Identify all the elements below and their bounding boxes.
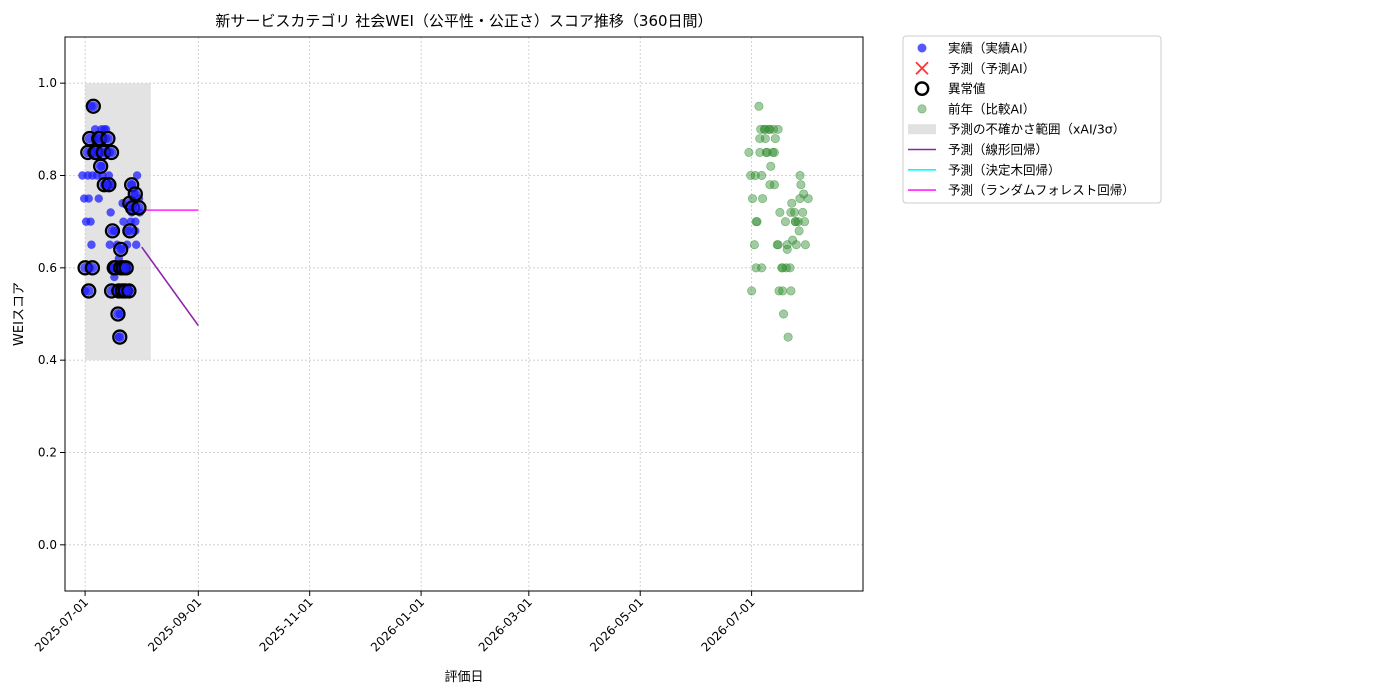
previous-year-point	[796, 180, 806, 190]
figure-background	[0, 0, 1400, 700]
anomaly-fill	[123, 285, 134, 296]
legend-label: 予測の不確かさ範囲（xAI/3σ）	[948, 122, 1125, 137]
y-tick-label: 0.2	[38, 446, 57, 460]
previous-year-point	[760, 134, 770, 144]
previous-year-point	[757, 171, 767, 181]
legend-marker-actual	[917, 43, 927, 53]
legend-label: 予測（線形回帰）	[948, 142, 1048, 157]
previous-year-point	[748, 194, 758, 204]
anomaly-fill	[88, 101, 99, 112]
previous-year-point	[795, 171, 805, 181]
previous-year-point	[744, 147, 754, 157]
anomaly-fill	[103, 179, 114, 190]
previous-year-point	[758, 194, 768, 204]
previous-year-point	[800, 240, 810, 250]
previous-year-point	[754, 101, 764, 111]
anomaly-fill	[133, 202, 144, 213]
anomaly-fill	[130, 188, 141, 199]
anomaly-fill	[114, 332, 125, 343]
previous-year-point	[794, 226, 804, 236]
previous-year-point	[803, 194, 813, 204]
y-tick-label: 0.0	[38, 538, 57, 552]
previous-year-point	[779, 309, 789, 319]
anomaly-fill	[107, 225, 118, 236]
actual-point	[87, 240, 96, 249]
actual-point	[106, 208, 115, 217]
previous-year-point	[768, 147, 778, 157]
actual-point	[105, 240, 114, 249]
previous-year-point	[773, 240, 783, 250]
actual-point	[86, 217, 95, 226]
previous-year-point	[757, 263, 767, 273]
anomaly-fill	[106, 147, 117, 158]
previous-year-point	[770, 134, 780, 144]
previous-year-point	[773, 124, 783, 134]
previous-year-point	[782, 244, 792, 254]
previous-year-point	[749, 240, 759, 250]
anomaly-fill	[124, 225, 135, 236]
previous-year-point	[783, 332, 793, 342]
legend-marker-previous	[917, 104, 927, 114]
actual-point	[84, 194, 93, 203]
previous-year-point	[780, 217, 790, 227]
anomaly-fill	[121, 262, 132, 273]
legend-marker-band	[908, 124, 936, 135]
legend-label: 予測（決定木回帰）	[948, 162, 1061, 177]
anomaly-fill	[102, 133, 113, 144]
previous-year-point	[790, 207, 800, 217]
previous-year-point	[766, 161, 776, 171]
previous-year-point	[791, 240, 801, 250]
legend: 実績（実績AI） 予測（予測AI） 異常値前年（比較AI） 予測の不確かさ範囲（xAI…	[902, 35, 1162, 204]
y-tick-label: 0.4	[38, 353, 57, 367]
previous-year-point	[778, 286, 788, 296]
anomaly-fill	[87, 262, 98, 273]
chart-title: 新サービスカテゴリ 社会WEI（公平性・公正さ）スコア推移（360日間）	[215, 12, 712, 30]
previous-year-point	[747, 286, 757, 296]
anomaly-fill	[112, 309, 123, 319]
legend-label: 前年（比較AI）	[948, 101, 1035, 116]
y-tick-label: 1.0	[38, 76, 57, 90]
previous-year-point	[786, 286, 796, 296]
anomaly-fill	[95, 161, 106, 172]
legend-label: 予測（ランダムフォレスト回帰）	[948, 183, 1135, 198]
legend-label: 予測（予測AI）	[948, 61, 1035, 76]
previous-year-point	[787, 198, 797, 208]
chart-figure: 新サービスカテゴリ 社会WEI（公平性・公正さ）スコア推移（360日間） 202…	[0, 0, 1400, 700]
anomaly-fill	[115, 244, 126, 255]
previous-year-point	[785, 263, 795, 273]
previous-year-point	[798, 207, 808, 217]
anomaly-fill	[83, 285, 94, 296]
y-tick-label: 0.6	[38, 261, 57, 275]
previous-year-point	[775, 207, 785, 217]
previous-year-point	[769, 180, 779, 190]
legend-label: 実績（実績AI）	[948, 41, 1035, 56]
y-axis-label: WEIスコア	[12, 282, 27, 346]
actual-point	[94, 194, 103, 203]
y-tick-label: 0.8	[38, 169, 57, 183]
legend-label: 異常値	[948, 81, 986, 96]
x-axis-label: 評価日	[444, 670, 483, 685]
previous-year-point	[751, 217, 761, 227]
previous-year-point	[800, 217, 810, 227]
actual-point	[132, 240, 141, 249]
